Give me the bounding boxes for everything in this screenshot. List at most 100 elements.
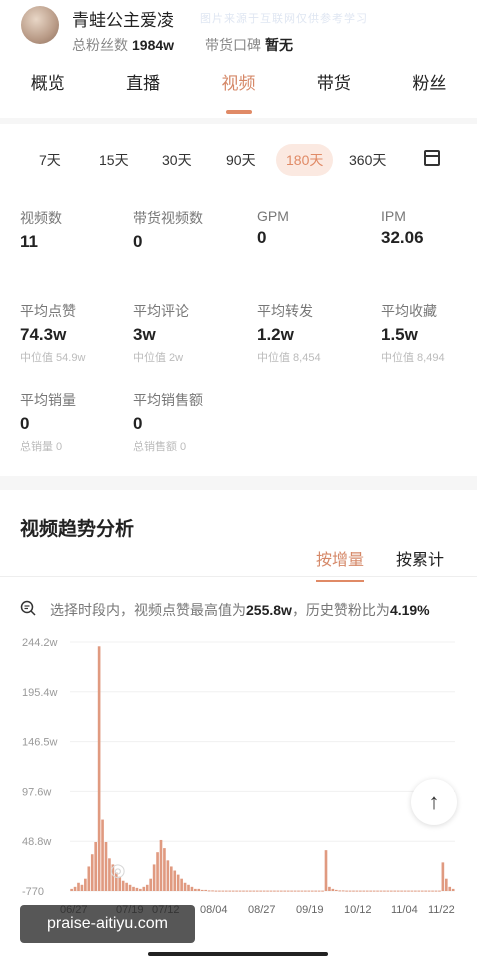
chart-bar	[352, 890, 355, 892]
chart-bar	[266, 890, 269, 892]
chart-bar	[262, 890, 266, 892]
trend-chart: 244.2w195.4w146.5w97.6w48.8w-770 06/2707…	[22, 637, 455, 916]
range-360d[interactable]: 360天	[349, 150, 386, 170]
y-tick-label: 244.2w	[22, 637, 58, 649]
profile-name: 青蛙公主爱凌	[72, 11, 174, 30]
chart-bar	[163, 848, 166, 891]
tab-overview[interactable]: 概览	[0, 70, 95, 110]
chart-bar	[448, 886, 452, 891]
chart-bar	[300, 890, 304, 892]
chart-bar	[338, 890, 342, 892]
avatar[interactable]	[21, 6, 59, 44]
insight-max: 255.8w	[246, 602, 292, 618]
chart-bar	[355, 890, 359, 892]
stat-avg-comment: 平均评论 3w 中位值 2w	[133, 301, 189, 365]
chart-bar	[307, 890, 311, 892]
chart-bar	[180, 878, 183, 891]
chart-bar	[427, 890, 431, 892]
chart-bar	[293, 890, 297, 892]
chart-grid	[70, 641, 455, 892]
stat-label: 带货视频数	[133, 210, 203, 226]
chart-bar	[252, 890, 256, 892]
chart-bar	[207, 890, 211, 892]
chart-bar	[200, 889, 204, 891]
range-7d[interactable]: 7天	[39, 150, 61, 170]
chart-bar	[77, 882, 80, 891]
chart-bar	[101, 819, 104, 891]
x-tick-label: 08/27	[248, 904, 276, 916]
range-90d[interactable]: 90天	[226, 150, 256, 170]
stat-avg-like: 平均点赞 74.3w 中位值 54.9w	[20, 301, 85, 365]
chart-bars	[70, 646, 455, 892]
stats-card: 7天 15天 30天 90天 180天 360天 视频数 11 带货视频数 0 …	[0, 124, 477, 476]
x-tick-label: 10/12	[344, 904, 372, 916]
chart-bar	[441, 862, 445, 891]
chart-bar	[156, 852, 159, 891]
tab-video[interactable]: 视频	[191, 70, 286, 114]
chart-bar	[149, 878, 152, 891]
stat-sub: 总销量 0	[20, 441, 63, 453]
chart-bar	[424, 890, 427, 892]
x-tick-label: 08/04	[200, 904, 228, 916]
mode-increment-tab[interactable]: 按增量	[316, 546, 365, 582]
chart-bar	[276, 890, 280, 892]
trend-insight: 选择时段内，视频点赞最高值为255.8w，历史赞粉比为4.19%	[50, 600, 430, 620]
chart-bar	[369, 890, 372, 892]
stat-label: 平均评论	[133, 303, 189, 319]
y-tick-label: 146.5w	[22, 737, 58, 749]
tab-fans[interactable]: 粉丝	[382, 70, 477, 110]
profile-header: 青蛙公主爱凌 图片来源于互联网仅供参考学习 总粉丝数 1984w 带货口碑 暂无 概…	[0, 0, 477, 118]
stat-value: 0	[133, 414, 143, 433]
chart-bar	[290, 890, 293, 892]
chart-bar	[383, 890, 386, 892]
chart-bar	[135, 887, 139, 891]
chart-bar	[125, 882, 128, 891]
chart-bar	[393, 890, 397, 892]
trend-title: 视频趋势分析	[20, 519, 135, 540]
chart-bar	[376, 890, 379, 892]
stat-avg-fav: 平均收藏 1.5w 中位值 8,494	[381, 301, 445, 365]
stat-label: 平均转发	[257, 303, 313, 319]
stat-sub: 中位值 2w	[133, 352, 184, 364]
chart-bar	[414, 890, 417, 892]
chart-bar	[255, 890, 259, 892]
reputation-label: 带货口碑	[205, 37, 261, 53]
tab-live[interactable]: 直播	[95, 70, 190, 110]
home-indicator[interactable]	[148, 952, 328, 956]
chart-bar	[94, 841, 97, 891]
stat-value: 32.06	[381, 228, 424, 247]
chart-bar	[204, 889, 207, 891]
calendar-icon[interactable]	[424, 150, 440, 166]
chart-bar	[145, 884, 149, 891]
fans-count: 总粉丝数 1984w	[72, 35, 174, 55]
range-180d[interactable]: 180天	[276, 144, 334, 176]
stat-avg-sales: 平均销量 0 总销量 0	[20, 390, 76, 454]
chart-bar	[183, 882, 187, 891]
chart-bar	[304, 890, 307, 892]
chart-y-axis: 244.2w 195.4w 146.5w 97.6w 48.8w -770	[22, 637, 58, 898]
chart-watermark-logo: ◎	[110, 860, 126, 880]
chart-bar	[396, 890, 400, 892]
back-to-top-button[interactable]: ↑	[411, 779, 457, 825]
chart-bar	[194, 888, 197, 891]
chart-bar	[331, 888, 335, 891]
chart-bar	[297, 890, 300, 892]
chart-bar	[235, 890, 238, 892]
chart-bar	[410, 890, 414, 892]
mode-cumulative-tab[interactable]: 按累计	[396, 546, 444, 570]
tab-goods[interactable]: 带货	[286, 70, 381, 110]
insight-icon	[20, 600, 36, 616]
chart-bar	[317, 890, 321, 892]
range-15d[interactable]: 15天	[99, 150, 129, 170]
chart-bar	[211, 890, 214, 892]
divider	[0, 576, 477, 577]
stat-value: 1.2w	[257, 325, 294, 344]
chart-bar	[438, 890, 441, 892]
stat-ipm: IPM 32.06	[381, 208, 424, 248]
chart-bar	[359, 890, 362, 892]
range-30d[interactable]: 30天	[162, 150, 192, 170]
stat-avg-sales-amount: 平均销售额 0 总销售额 0	[133, 390, 203, 454]
stat-label: 平均收藏	[381, 303, 437, 319]
chart-bar	[104, 841, 108, 891]
chart-bar	[420, 890, 424, 892]
